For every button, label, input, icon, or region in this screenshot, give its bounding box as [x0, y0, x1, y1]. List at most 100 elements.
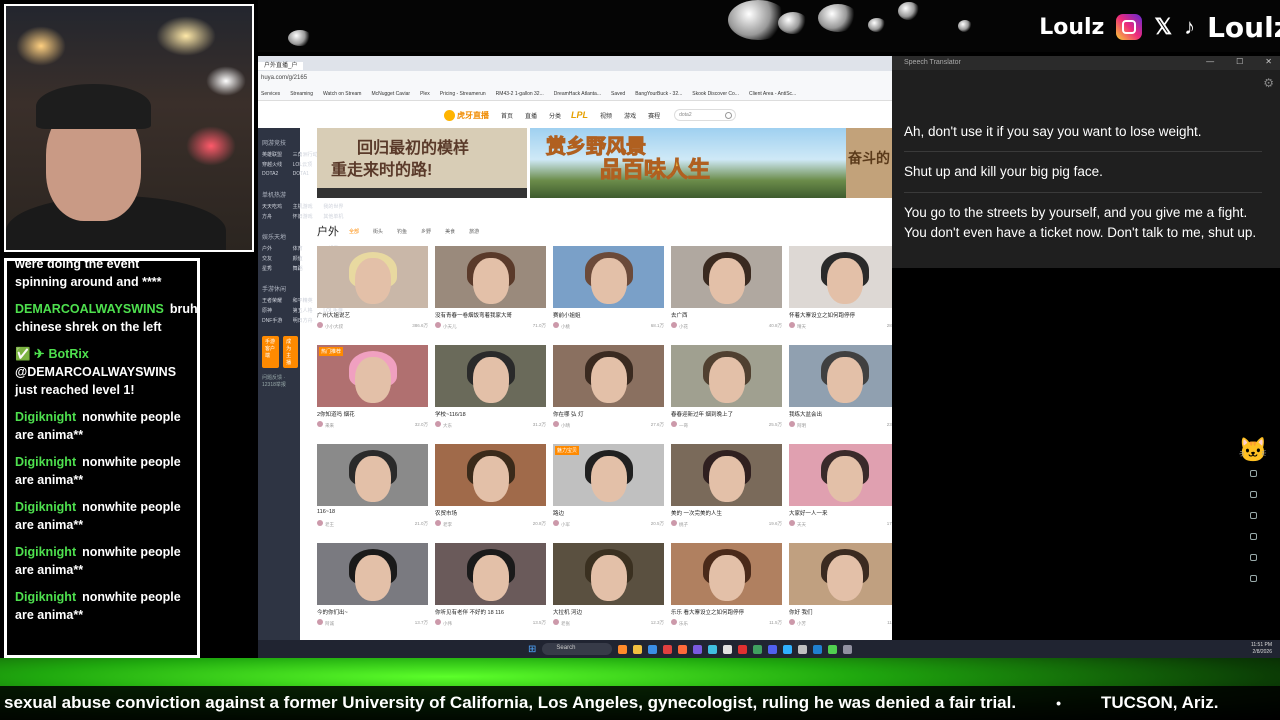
tool-icon[interactable] — [1249, 533, 1257, 540]
sidebar-item[interactable]: 我的世界 — [323, 203, 352, 210]
stream-thumbnail[interactable] — [435, 345, 546, 407]
stream-title[interactable]: 你在哪 弘 灯 — [553, 410, 664, 418]
stream-title[interactable]: 美的 一次完美的人生 — [671, 509, 782, 517]
streamer-avatar[interactable] — [317, 520, 323, 526]
stream-card[interactable]: 今的你们出~ 阿诚 13.7万 — [317, 543, 428, 631]
sidebar-item[interactable]: 穿越火线 — [262, 161, 291, 168]
streamer-name[interactable]: 天天 — [797, 522, 806, 527]
sidebar-footer-button[interactable]: 手游客户端 — [262, 336, 280, 368]
stream-thumbnail[interactable] — [317, 543, 428, 605]
promo-banner-right[interactable]: 奋斗的 — [846, 128, 892, 198]
streamer-avatar[interactable] — [789, 322, 795, 328]
app-icon[interactable] — [618, 644, 628, 654]
streamer-avatar[interactable] — [553, 322, 559, 328]
streamer-avatar[interactable] — [435, 322, 441, 328]
streamer-name[interactable]: 大东 — [443, 423, 452, 428]
chat-username[interactable]: BotRix — [49, 347, 89, 361]
stream-card[interactable]: 大拉机 河边 老张 12.3万 — [553, 543, 664, 631]
stream-title[interactable]: 没有青春一卷烟饭弯着我家大哥 — [435, 311, 546, 319]
streamer-name[interactable]: 老王 — [325, 522, 334, 527]
tool-icon[interactable] — [1249, 470, 1257, 477]
bookmark-item[interactable]: Services — [261, 91, 280, 97]
stream-title[interactable]: 路边 — [553, 509, 664, 517]
stream-title[interactable]: 大家好一人一来 — [789, 509, 892, 517]
app-icon[interactable] — [693, 644, 703, 654]
app-icon[interactable] — [813, 644, 823, 654]
bookmark-item[interactable]: Pricing - Streamerun — [440, 91, 486, 97]
sidebar-item[interactable]: 户外 — [262, 245, 291, 252]
stream-thumbnail[interactable] — [553, 543, 664, 605]
category-filter[interactable]: 美食 — [445, 228, 455, 235]
cat-mascot-icon[interactable]: 🐱 — [1238, 436, 1268, 466]
streamer-name[interactable]: 老张 — [561, 621, 570, 626]
stream-thumbnail[interactable] — [553, 246, 664, 308]
stream-card[interactable]: 魅力宝贝 路边 小军 20.5万 — [553, 444, 664, 532]
windows-start-icon[interactable]: ⊞ — [528, 644, 536, 655]
browser-tab[interactable]: 户外直播_户 — [258, 62, 304, 70]
stream-thumbnail[interactable] — [671, 345, 782, 407]
bookmark-item[interactable]: Skook Discover Co... — [692, 91, 739, 97]
chat-username[interactable]: Digiknight — [15, 500, 76, 514]
bookmark-item[interactable]: Client Area - AntiSc... — [749, 91, 796, 97]
stream-title[interactable]: 怀着大寨设立之如何跑停停 — [789, 311, 892, 319]
stream-card[interactable]: 学校~116/18 大东 31.2万 — [435, 345, 546, 433]
streamer-avatar[interactable] — [553, 619, 559, 625]
stream-card[interactable]: 美的 一次完美的人生 桃子 19.6万 — [671, 444, 782, 532]
streamer-name[interactable]: 一哥 — [679, 423, 688, 428]
stream-title[interactable]: 学校~116/18 — [435, 410, 546, 418]
sidebar-item[interactable]: 星秀 — [262, 265, 291, 272]
stream-title[interactable]: 今的你们出~ — [317, 608, 428, 616]
stream-card[interactable]: 怀着大寨设立之如何跑停停晴天 28.4万 — [789, 246, 892, 334]
stream-card[interactable]: 乐乐 看大寨设立之如何跑停停 乐乐 11.5万 — [671, 543, 782, 631]
nav-live[interactable]: 直播 — [525, 111, 537, 120]
sidebar-item[interactable]: 方舟 — [262, 213, 291, 220]
streamer-avatar[interactable] — [553, 421, 559, 427]
stream-card[interactable]: 春春迎新过年 烟到晚上了 一哥 25.5万 — [671, 345, 782, 433]
app-icon[interactable] — [843, 644, 853, 654]
app-icon[interactable] — [663, 644, 673, 654]
stream-thumbnail[interactable] — [789, 543, 892, 605]
bookmark-item[interactable]: McNugget Caviar — [371, 91, 410, 97]
stream-thumbnail[interactable] — [789, 246, 892, 308]
chat-username[interactable]: Digiknight — [15, 410, 76, 424]
tool-icon[interactable] — [1249, 491, 1257, 498]
sidebar-item[interactable]: 主机游戏 — [293, 203, 322, 210]
streamer-name[interactable]: 来来 — [325, 423, 334, 428]
streamer-name[interactable]: 桃子 — [679, 522, 688, 527]
stream-thumbnail[interactable] — [317, 246, 428, 308]
stream-thumbnail[interactable] — [671, 543, 782, 605]
stream-card[interactable]: 你好 我们小芳 11.3万 — [789, 543, 892, 631]
site-search-input[interactable]: dota2 — [674, 109, 737, 121]
browser-icon[interactable] — [678, 644, 688, 654]
huya-logo[interactable]: 虎牙直播 — [444, 109, 489, 121]
stream-title[interactable]: 你好 我们 — [789, 608, 892, 616]
category-filter[interactable]: 街头 — [373, 228, 383, 235]
streamer-avatar[interactable] — [671, 322, 677, 328]
sidebar-section-title[interactable]: 手游休闲 — [258, 280, 300, 295]
stream-title[interactable]: 去广西 — [671, 311, 782, 319]
app-icon[interactable] — [753, 644, 763, 654]
stream-title[interactable]: 农贸市场 — [435, 509, 546, 517]
sidebar-item[interactable]: 王者荣耀 — [262, 297, 291, 304]
sidebar-item[interactable]: DOTA2 — [262, 171, 291, 178]
taskbar-search[interactable]: Search — [542, 643, 613, 655]
sidebar-section-title[interactable]: 单机热游 — [258, 186, 300, 201]
streamer-name[interactable]: 小小大叔 — [325, 324, 343, 329]
app-icon[interactable] — [708, 644, 718, 654]
promo-banner-left[interactable]: 回归最初的模样 重走来时的路! — [317, 128, 527, 198]
stream-title[interactable]: 乐乐 看大寨设立之如何跑停停 — [671, 608, 782, 616]
stream-thumbnail[interactable] — [789, 444, 892, 506]
bookmark-item[interactable]: Saved — [611, 91, 625, 97]
category-filter[interactable]: 旅游 — [469, 228, 479, 235]
chat-username[interactable]: Digiknight — [15, 455, 76, 469]
stream-card[interactable]: 赛前小姐姐 小桃 68.1万 — [553, 246, 664, 334]
app-icon[interactable] — [828, 644, 838, 654]
streamer-avatar[interactable] — [789, 520, 795, 526]
streamer-name[interactable]: 小晴 — [561, 423, 570, 428]
sidebar-item[interactable]: 英雄联盟 — [262, 151, 291, 158]
bookmark-item[interactable]: RM43-2 1-gallon 32... — [496, 91, 544, 97]
stream-thumbnail[interactable] — [553, 345, 664, 407]
stream-thumbnail[interactable] — [789, 345, 892, 407]
sidebar-section-title[interactable]: 网游竞技 — [258, 134, 300, 149]
folder-icon[interactable] — [633, 644, 643, 654]
